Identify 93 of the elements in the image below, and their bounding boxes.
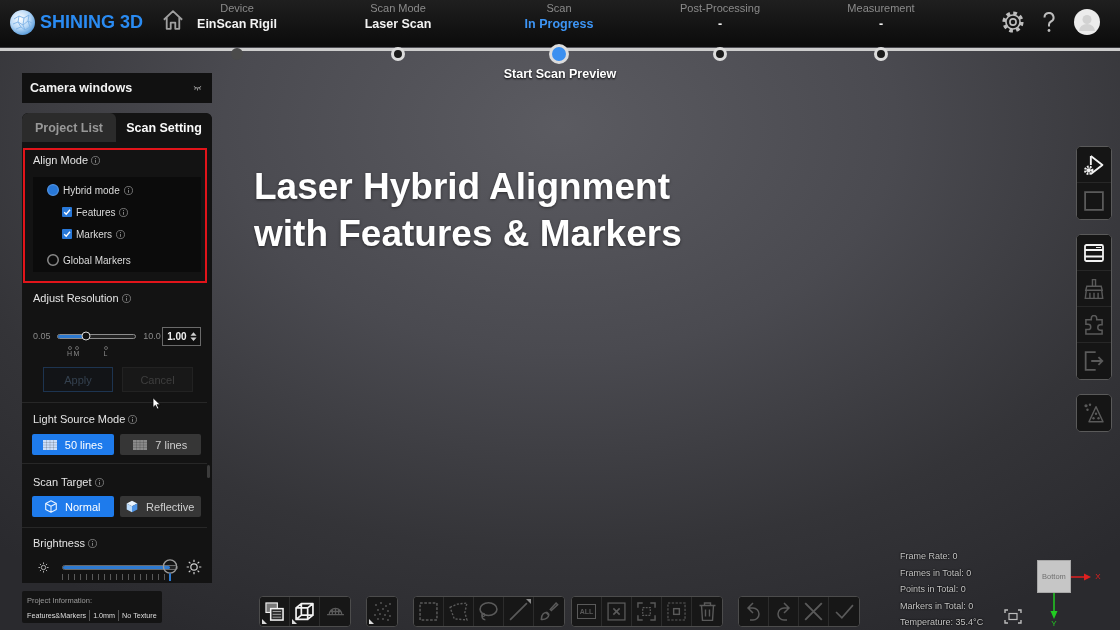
step-value: In Progress bbox=[524, 16, 594, 33]
cube-icon bbox=[126, 500, 139, 513]
tab[interactable]: Project List bbox=[22, 113, 116, 142]
line-icon bbox=[509, 602, 528, 621]
checkbox[interactable] bbox=[62, 229, 72, 239]
option-label: Hybrid mode bbox=[63, 184, 120, 196]
tool-button[interactable] bbox=[1077, 235, 1111, 271]
tool-button[interactable] bbox=[260, 597, 290, 626]
nested-square-icon bbox=[667, 602, 686, 621]
mark-dot-icon bbox=[74, 346, 79, 350]
spin-box[interactable]: 1.00 bbox=[162, 326, 201, 346]
section-title: Align Mode bbox=[33, 154, 89, 166]
stat-text: Markers in Total: 0 bbox=[900, 599, 974, 613]
step-label: Measurement bbox=[847, 1, 915, 15]
home-icon[interactable] bbox=[163, 10, 184, 30]
mark-dot-icon bbox=[103, 346, 108, 350]
export-icon bbox=[1084, 351, 1104, 371]
step-caption: Start Scan Preview bbox=[503, 67, 617, 83]
globe-logo-icon bbox=[10, 9, 35, 35]
pointer-cursor-icon bbox=[152, 397, 161, 410]
redo-icon bbox=[774, 602, 793, 621]
closed-eye-icon[interactable] bbox=[193, 85, 202, 91]
step-value: EinScan Rigil bbox=[197, 16, 277, 33]
step-value: - bbox=[878, 16, 884, 33]
square-icon bbox=[1084, 191, 1104, 211]
step-value: Laser Scan bbox=[364, 16, 432, 33]
puzzle-icon bbox=[1084, 314, 1104, 335]
help-icon[interactable] bbox=[1043, 11, 1055, 33]
grid-pattern-icon bbox=[42, 439, 57, 450]
section-title: Adjust Resolution bbox=[33, 292, 119, 304]
stat-text: Temperature: 35.4°C bbox=[900, 616, 984, 629]
checkbox[interactable] bbox=[62, 207, 72, 217]
mode-button[interactable]: 7 lines bbox=[119, 434, 201, 455]
avatar-icon[interactable] bbox=[1074, 9, 1100, 35]
brush-icon bbox=[539, 602, 559, 621]
axis-label: X bbox=[1095, 571, 1101, 582]
axis-arrow-icon bbox=[1050, 593, 1058, 619]
play-gear-icon bbox=[1084, 154, 1104, 175]
lasso-icon bbox=[479, 602, 498, 621]
grid-pattern-icon bbox=[133, 439, 148, 450]
mode-button[interactable]: Reflective bbox=[119, 496, 201, 517]
settings-icon[interactable] bbox=[1002, 11, 1024, 33]
cube-icon bbox=[45, 500, 57, 513]
sun-icon bbox=[186, 559, 202, 575]
option-label: Markers bbox=[76, 228, 113, 240]
broom-icon bbox=[1084, 278, 1104, 299]
section-title: Light Source Mode bbox=[33, 413, 126, 425]
layers-icon bbox=[265, 602, 284, 621]
panel-title: Camera windows bbox=[30, 81, 133, 95]
undo-icon bbox=[744, 602, 763, 621]
dashed-square-icon bbox=[419, 602, 438, 621]
radio-button[interactable] bbox=[47, 184, 59, 196]
caption-text: Laser Hybrid Alignment with Features & Markers bbox=[254, 165, 682, 256]
slider-max-label: 10.0 bbox=[143, 331, 162, 341]
slider-min-label: 0.05 bbox=[33, 331, 52, 341]
sun-icon bbox=[38, 561, 49, 573]
axis-label: Y bbox=[1051, 619, 1057, 629]
radio-button[interactable] bbox=[47, 254, 59, 266]
brand-name: SHINING 3D bbox=[40, 11, 144, 33]
stat-text: Points in Total: 0 bbox=[900, 583, 966, 596]
slider-thumb[interactable] bbox=[81, 331, 91, 341]
x-box-icon bbox=[607, 602, 626, 621]
tool-button[interactable] bbox=[290, 597, 320, 626]
cube-outline-icon bbox=[295, 602, 314, 621]
option-label: Features bbox=[76, 206, 116, 218]
stat-text: Frames in Total: 0 bbox=[900, 566, 972, 580]
fit-view-icon[interactable] bbox=[1004, 609, 1022, 624]
scrollbar[interactable] bbox=[207, 465, 210, 478]
step-label: Scan Mode bbox=[370, 1, 426, 15]
slider-thumb[interactable] bbox=[162, 559, 178, 581]
step-value: - bbox=[717, 16, 723, 33]
mark-dot-icon bbox=[67, 346, 72, 350]
option-label: Global Markers bbox=[63, 254, 131, 266]
window-icon bbox=[1084, 242, 1104, 263]
step-label: Scan bbox=[546, 1, 572, 15]
dotted-triangle-icon bbox=[1084, 403, 1104, 423]
axis-arrow-icon bbox=[1071, 572, 1091, 581]
spin-arrows-icon[interactable] bbox=[190, 330, 197, 342]
dashed-polygon-icon bbox=[449, 602, 468, 621]
section-title: Brightness bbox=[33, 537, 85, 549]
frame-corners-icon bbox=[637, 602, 656, 621]
section-title: Scan Target bbox=[33, 476, 92, 488]
step-label: Device bbox=[220, 1, 254, 15]
tool-button[interactable] bbox=[1077, 147, 1111, 183]
close-icon bbox=[804, 602, 823, 621]
stat-text: Frame Rate: 0 bbox=[900, 550, 958, 563]
scattered-dots-icon bbox=[372, 602, 392, 621]
mode-button[interactable]: Normal bbox=[32, 496, 114, 517]
slider-track[interactable] bbox=[56, 333, 137, 339]
trash-icon bbox=[697, 602, 717, 621]
mode-button[interactable]: 50 lines bbox=[32, 434, 114, 455]
check-icon bbox=[834, 602, 854, 621]
step-label: Post-Processing bbox=[679, 1, 761, 15]
